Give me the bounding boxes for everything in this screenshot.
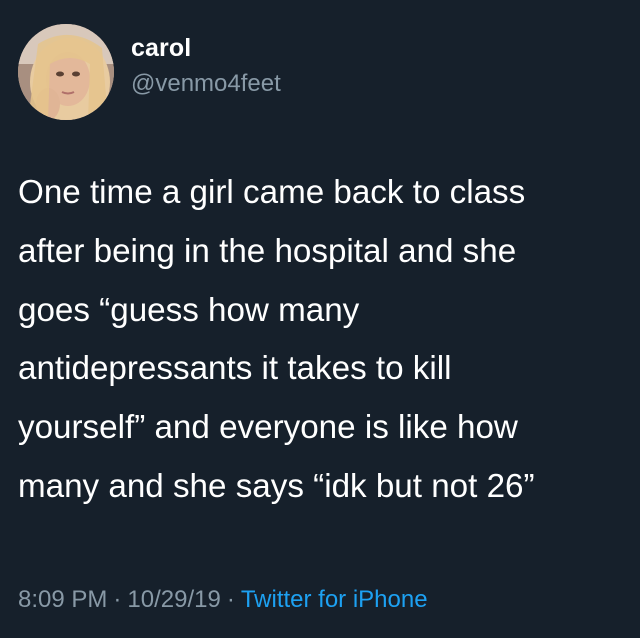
- profile-photo-icon: [18, 24, 114, 120]
- tweet-source-link[interactable]: Twitter for iPhone: [241, 586, 428, 613]
- tweet-card: carol @venmo4feet One time a girl came b…: [0, 0, 640, 638]
- tweet-text-line: many and she says “idk but not 26”: [18, 467, 535, 505]
- tweet-time[interactable]: 8:09 PM: [18, 586, 107, 613]
- tweet-text: One time a girl came back to class after…: [18, 164, 638, 517]
- user-meta: carol @venmo4feet: [131, 33, 281, 98]
- tweet-text-line: One time a girl came back to class: [18, 174, 526, 211]
- meta-separator: ·: [226, 586, 235, 613]
- tweet-date[interactable]: 10/29/19: [127, 586, 220, 613]
- tweet-text-line: after being in the hospital and she: [18, 232, 517, 270]
- meta-separator: ·: [113, 586, 122, 613]
- user-handle[interactable]: @venmo4feet: [131, 70, 281, 98]
- tweet-text-line: yourself” and everyone is like how: [18, 409, 518, 447]
- tweet-text-line: goes “guess how many: [18, 291, 360, 329]
- tweet-text-line: antidepressants it takes to kill: [18, 350, 452, 388]
- avatar[interactable]: [18, 24, 114, 120]
- tweet-meta: 8:09 PM · 10/29/19 · Twitter for iPhone: [18, 585, 428, 615]
- display-name[interactable]: carol: [131, 33, 281, 63]
